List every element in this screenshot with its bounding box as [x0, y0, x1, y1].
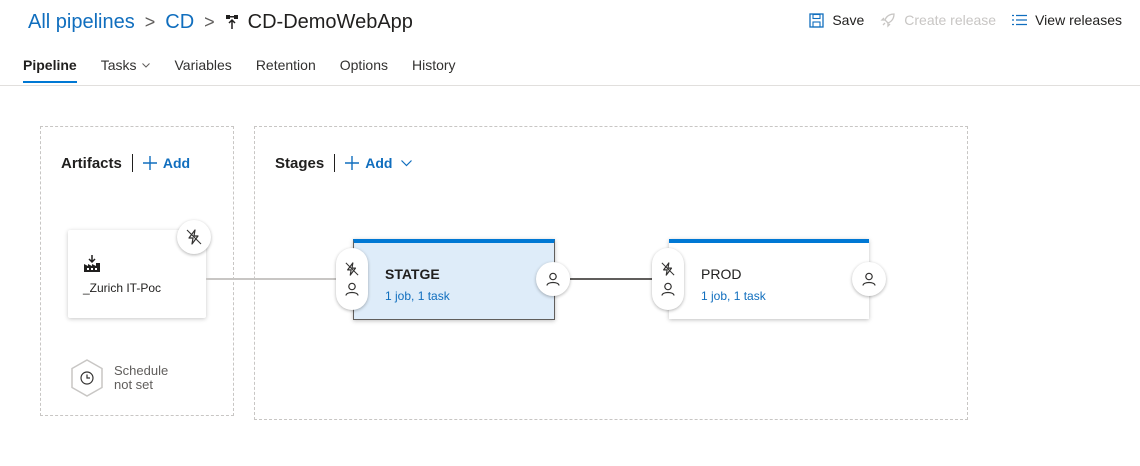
person-icon	[546, 272, 560, 286]
tab-retention[interactable]: Retention	[256, 56, 316, 83]
add-artifact-button[interactable]: Add	[142, 155, 190, 171]
build-icon	[83, 255, 101, 278]
save-label: Save	[832, 12, 865, 28]
post-deployment-conditions-statge[interactable]	[536, 262, 570, 296]
tab-pipeline[interactable]: Pipeline	[23, 56, 77, 83]
lightning-icon	[345, 262, 359, 276]
add-stage-button[interactable]: Add	[345, 155, 413, 171]
view-releases-button[interactable]: View releases	[1012, 12, 1122, 28]
chevron-down-icon	[401, 159, 413, 166]
save-button[interactable]: Save	[809, 12, 864, 28]
stages-title: Stages	[275, 154, 325, 172]
plus-icon	[142, 156, 157, 170]
tab-options[interactable]: Options	[340, 56, 388, 83]
breadcrumb-folder[interactable]: CD	[165, 11, 194, 34]
tab-history[interactable]: History	[412, 56, 456, 83]
pre-deployment-conditions-statge[interactable]	[336, 248, 368, 310]
stage-summary-link[interactable]: 1 job, 1 task	[701, 289, 766, 303]
lightning-icon	[186, 229, 202, 245]
toolbar: Save Create release View releases	[809, 12, 1122, 28]
schedule-trigger[interactable]: Schedule not set	[70, 359, 168, 397]
stage-card-prod[interactable]: PROD 1 job, 1 task	[669, 239, 869, 319]
person-icon	[345, 282, 359, 296]
view-releases-label: View releases	[1035, 12, 1122, 28]
post-deployment-conditions-prod[interactable]	[852, 262, 886, 296]
schedule-status: not set	[114, 377, 154, 392]
schedule-label: Schedule	[114, 363, 169, 378]
release-pipeline-icon	[225, 14, 239, 30]
stage-name: STATGE	[385, 266, 440, 282]
rocket-icon	[880, 13, 895, 28]
stage-summary-link[interactable]: 1 job, 1 task	[385, 289, 450, 303]
plus-icon	[345, 156, 360, 170]
breadcrumb-separator: >	[204, 11, 215, 32]
artifact-name: _Zurich IT-Poc	[83, 281, 162, 295]
breadcrumb-separator: >	[144, 11, 156, 32]
tab-variables[interactable]: Variables	[174, 56, 231, 83]
divider	[334, 154, 336, 172]
chevron-down-icon	[142, 62, 151, 68]
stages-header: Stages Add	[275, 154, 413, 172]
tab-tasks[interactable]: Tasks	[101, 56, 151, 83]
pre-deployment-conditions-prod[interactable]	[652, 248, 684, 310]
create-release-label: Create release	[904, 12, 997, 28]
person-icon	[661, 282, 675, 296]
tab-bar: Pipeline Tasks Variables Retention Optio…	[23, 56, 480, 83]
breadcrumb: All pipelines > CD > CD-DemoWebApp	[28, 8, 413, 36]
header-divider	[0, 85, 1140, 86]
stage-name: PROD	[701, 266, 742, 282]
stage-card-statge[interactable]: STATGE 1 job, 1 task	[353, 239, 555, 320]
breadcrumb-all-pipelines[interactable]: All pipelines	[28, 11, 135, 34]
lightning-icon	[661, 262, 675, 276]
person-icon	[862, 272, 876, 286]
artifacts-title: Artifacts	[61, 154, 122, 172]
stage-to-stage-connector	[570, 278, 654, 280]
page-title: CD-DemoWebApp	[247, 10, 413, 33]
clock-icon	[71, 359, 103, 397]
list-icon	[1012, 14, 1028, 26]
divider	[131, 154, 133, 172]
continuous-deployment-trigger-button[interactable]	[177, 220, 211, 254]
artifacts-header: Artifacts Add	[61, 154, 190, 172]
create-release-button[interactable]: Create release	[880, 12, 996, 28]
artifact-to-stage-connector	[206, 278, 336, 280]
save-icon	[809, 12, 824, 28]
